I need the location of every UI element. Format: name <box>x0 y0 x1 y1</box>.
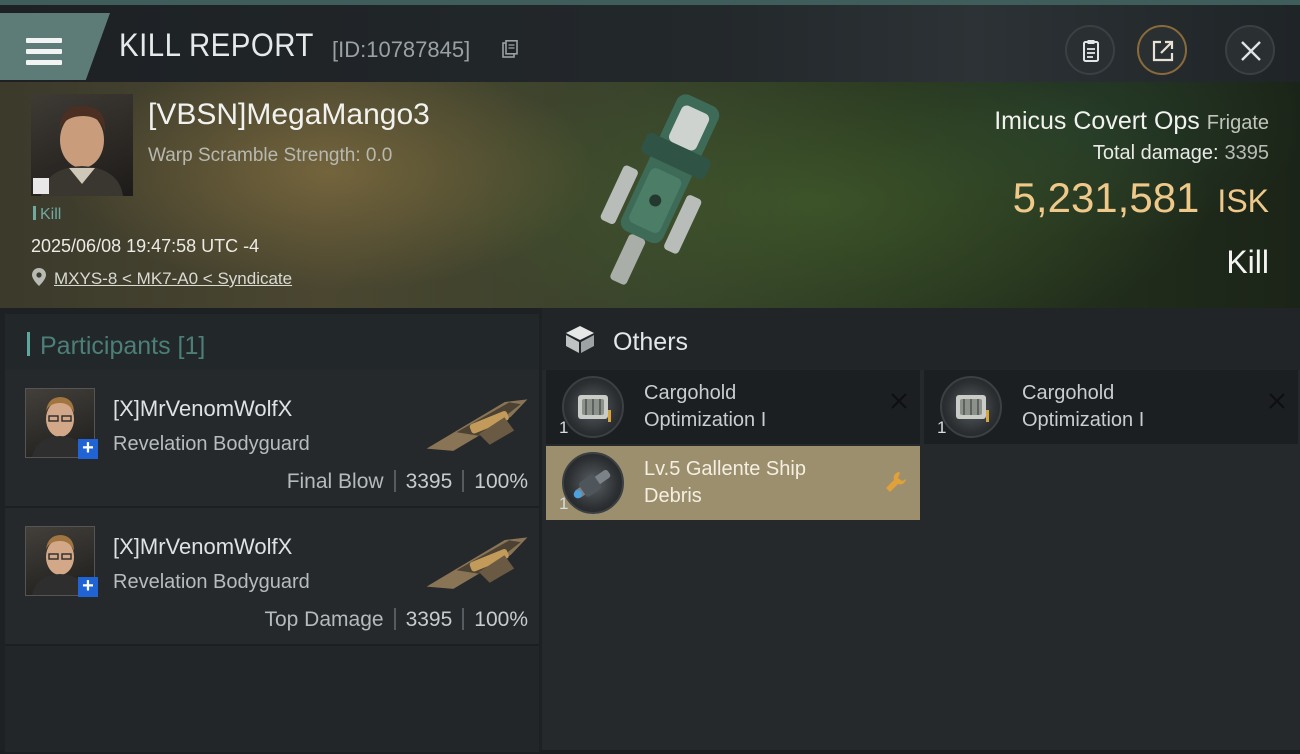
participants-title: Participants [1] <box>40 332 206 360</box>
empty-row <box>5 646 539 754</box>
participant-stats: Top Damage 3395 100% <box>264 608 528 632</box>
cargohold-module-icon <box>562 376 624 438</box>
total-damage-value: 3395 <box>1224 142 1270 164</box>
warp-scramble-strength: Warp Scramble Strength: 0.0 <box>148 145 393 166</box>
participant-ship: Revelation Bodyguard <box>113 571 310 593</box>
others-header: Others <box>542 308 1300 370</box>
participant-ship: Revelation Bodyguard <box>113 433 310 455</box>
participant-row[interactable]: + [X]MrVenomWolfX Revelation Bodyguard T… <box>5 508 539 646</box>
victim-summary: [VBSN]MegaMango3 Warp Scramble Strength:… <box>0 82 1300 308</box>
stats-divider <box>462 608 465 630</box>
share-icon <box>1152 40 1174 62</box>
close-icon <box>1241 41 1261 61</box>
participant-name[interactable]: [X]MrVenomWolfX <box>113 396 292 422</box>
participant-stats: Final Blow 3395 100% <box>287 470 528 494</box>
item-quantity: 1 <box>937 418 947 437</box>
copy-icon[interactable] <box>502 40 518 58</box>
cargo-box-icon <box>566 326 594 353</box>
total-damage: Total damage: 3395 <box>1093 142 1269 165</box>
item-name: Cargohold Optimization I <box>644 380 864 434</box>
add-contact-icon[interactable]: + <box>78 438 98 459</box>
kill-tag: Kill <box>33 206 61 224</box>
destroyed-x-icon <box>1268 392 1286 410</box>
participant-ship-icon <box>426 537 528 589</box>
menu-button[interactable] <box>0 13 110 80</box>
participants-panel: Participants [1] + [X]MrVenomWolfX Revel… <box>0 308 542 754</box>
item-name: Cargohold Optimization I <box>1022 380 1242 434</box>
close-button[interactable] <box>1225 25 1275 75</box>
report-id: [ID:10787845] <box>332 37 471 62</box>
participant-ship-icon <box>426 399 528 451</box>
item-name-line1: Lv.5 Gallente Ship <box>644 458 806 480</box>
cargohold-module-icon <box>940 376 1002 438</box>
item-name-line2: Debris <box>644 485 702 507</box>
add-contact-icon[interactable]: + <box>78 576 98 597</box>
ship-name-line: Imicus Covert Ops Frigate <box>994 107 1269 136</box>
stats-divider <box>393 608 396 630</box>
header-bar: KILL REPORT [ID:10787845] <box>0 5 1300 82</box>
item-name: Lv.5 Gallente Ship Debris <box>644 456 864 510</box>
stats-divider <box>393 470 396 492</box>
ship-debris-icon <box>562 452 624 514</box>
location-link[interactable]: MXYS-8 < MK7-A0 < Syndicate <box>54 269 292 289</box>
participant-row[interactable]: + [X]MrVenomWolfX Revelation Bodyguard F… <box>5 370 539 508</box>
isk-value: 5,231,581 <box>1012 174 1200 221</box>
page-title: KILL REPORT <box>119 27 314 63</box>
participants-accent-bar <box>27 332 30 356</box>
item-name-line2: Optimization I <box>1022 409 1145 431</box>
clipboard-button[interactable] <box>1065 25 1115 75</box>
item-slot[interactable]: 1 Lv.5 Gallente Ship Debris <box>546 446 920 520</box>
participant-tag: Top Damage <box>264 608 384 631</box>
item-quantity: 1 <box>559 418 569 437</box>
others-title: Others <box>613 328 689 356</box>
kill-result: Kill <box>1226 244 1269 280</box>
hamburger-icon <box>26 38 62 66</box>
item-name-line2: Optimization I <box>644 409 767 431</box>
share-button[interactable] <box>1137 25 1187 75</box>
participant-damage: 3395 <box>405 470 453 493</box>
total-damage-label: Total damage: <box>1092 142 1219 164</box>
victim-name[interactable]: [VBSN]MegaMango3 <box>148 98 430 132</box>
item-name-line1: Cargohold <box>644 382 737 404</box>
ship-class: Frigate <box>1206 112 1269 134</box>
item-slot[interactable]: 1 Cargohold Optimization I <box>546 370 920 444</box>
stats-divider <box>462 470 465 492</box>
item-name-line1: Cargohold <box>1022 382 1115 404</box>
participants-header: Participants [1] <box>5 314 539 372</box>
ship-name[interactable]: Imicus Covert Ops <box>994 107 1200 135</box>
location-pin-icon <box>32 268 46 286</box>
pilot-portrait-icon <box>33 105 123 196</box>
destroyed-x-icon <box>890 392 908 410</box>
clipboard-icon <box>1083 40 1099 62</box>
participant-avatar[interactable]: + <box>25 388 98 459</box>
isk-value-row: 5,231,581 ISK <box>1013 174 1269 222</box>
item-slot[interactable]: 1 Cargohold Optimization I <box>924 370 1298 444</box>
victim-ship-icon <box>600 94 720 285</box>
participant-percent: 100% <box>474 608 528 631</box>
item-quantity: 1 <box>559 494 569 513</box>
participant-percent: 100% <box>474 470 528 493</box>
wrench-icon <box>886 472 906 492</box>
isk-unit: ISK <box>1217 183 1269 219</box>
others-panel: Others 1 Cargohold Optimization I 1 Carg… <box>542 308 1300 750</box>
victim-avatar[interactable] <box>31 94 133 196</box>
participant-damage: 3395 <box>405 608 453 631</box>
participant-tag: Final Blow <box>286 470 384 493</box>
kill-datetime: 2025/06/08 19:47:58 UTC -4 <box>31 236 260 256</box>
participant-name[interactable]: [X]MrVenomWolfX <box>113 534 292 560</box>
participant-avatar[interactable]: + <box>25 526 98 597</box>
